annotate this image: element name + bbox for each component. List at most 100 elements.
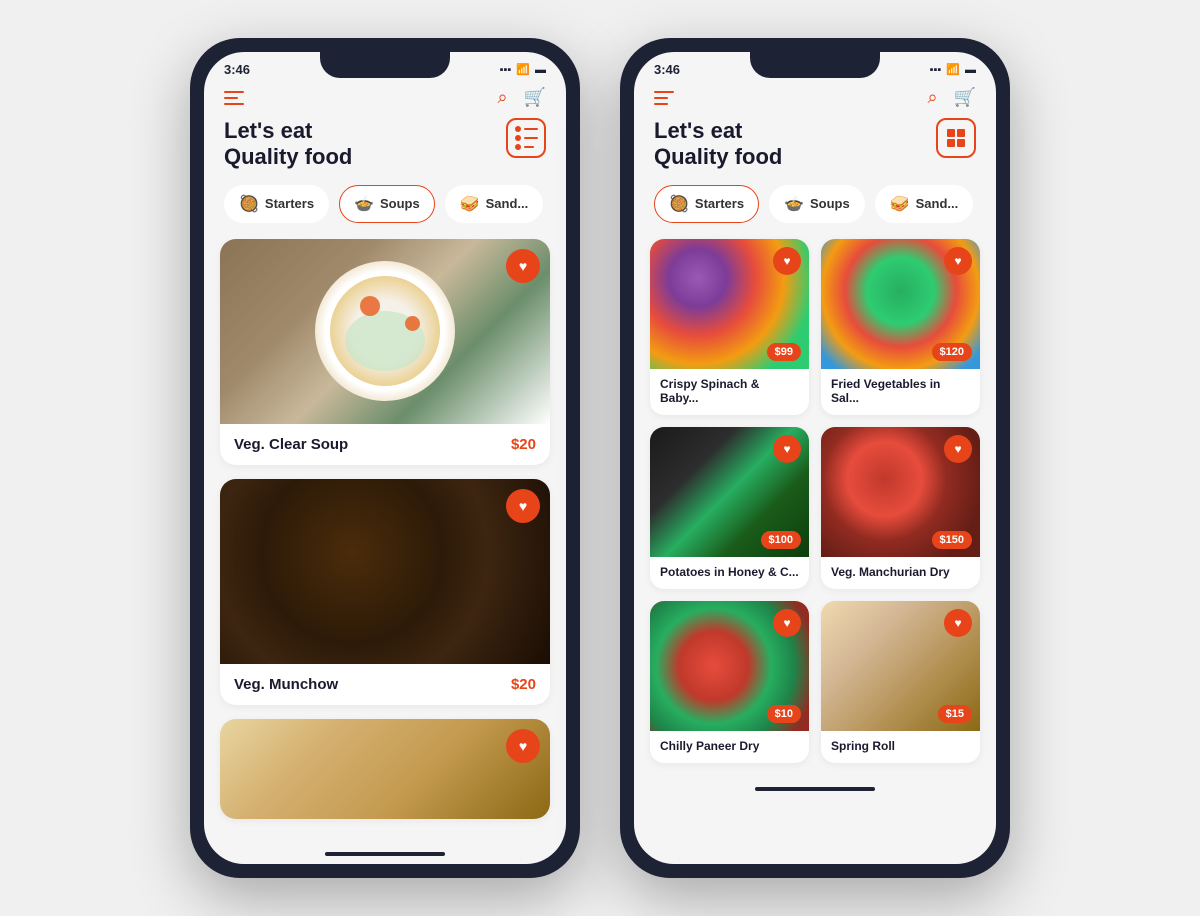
tab-soups-list[interactable]: 🍲 Soups xyxy=(339,185,435,223)
battery-icon: ▬ xyxy=(535,64,546,76)
wifi-icon-grid: ▪▪▪ xyxy=(930,64,942,76)
favorite-veg-clear-soup[interactable]: ♥ xyxy=(506,249,540,283)
food-name-crispy-spinach: Crispy Spinach & Baby... xyxy=(650,369,809,415)
food-image-veg-munchow: ♥ xyxy=(220,479,550,664)
food-card-crispy-spinach: ♥ $99 Crispy Spinach & Baby... xyxy=(650,239,809,415)
tab-sandwiches-grid[interactable]: 🥪 Sand... xyxy=(875,185,974,223)
top-nav-grid: ⌕ 🛒 xyxy=(634,81,996,118)
hamburger-menu-list[interactable] xyxy=(224,91,244,105)
food-card-partial: ♥ xyxy=(220,719,550,819)
status-time-list: 3:46 xyxy=(224,62,250,77)
food-name-veg-clear-soup: Veg. Clear Soup xyxy=(234,436,348,453)
phone-screen-grid: 3:46 ▪▪▪ 📶 ▬ ⌕ 🛒 Let's eat Quality xyxy=(634,52,996,864)
nav-icons-grid: ⌕ 🛒 xyxy=(927,87,976,108)
food-name-veg-munchow: Veg. Munchow xyxy=(234,676,338,693)
food-card-potatoes-honey: ♥ $100 Potatoes in Honey & C... xyxy=(650,427,809,589)
food-name-fried-veg: Fried Vegetables in Sal... xyxy=(821,369,980,415)
search-icon-list[interactable]: ⌕ xyxy=(497,87,507,108)
food-name-chilly-paneer: Chilly Paneer Dry xyxy=(650,731,809,763)
favorite-partial[interactable]: ♥ xyxy=(506,729,540,763)
cart-icon-list[interactable]: 🛒 xyxy=(524,87,546,108)
home-indicator-grid xyxy=(755,787,875,791)
hamburger-menu-grid[interactable] xyxy=(654,91,674,105)
phone-notch xyxy=(320,52,450,78)
wifi-icon: ▪▪▪ xyxy=(500,64,512,76)
grid-dot-1 xyxy=(947,129,955,137)
phone-screen-list: 3:46 ▪▪▪ 📶 ▬ ⌕ 🛒 Let's eat Quality xyxy=(204,52,566,864)
tab-starters-grid[interactable]: 🥘 Starters xyxy=(654,185,759,223)
tab-starters-list[interactable]: 🥘 Starters xyxy=(224,185,329,223)
signal-icon: 📶 xyxy=(516,63,530,76)
list-view-toggle[interactable] xyxy=(506,118,546,158)
header-title-list: Let's eat Quality food xyxy=(224,118,352,171)
menu-line-1 xyxy=(224,91,244,93)
food-price-veg-munchow: $20 xyxy=(511,676,536,693)
grid-dot-4 xyxy=(957,139,965,147)
favorite-veg-munchow[interactable]: ♥ xyxy=(506,489,540,523)
price-badge-potatoes-honey: $100 xyxy=(761,531,801,549)
favorite-potatoes-honey[interactable]: ♥ xyxy=(773,435,801,463)
grid-dot-2 xyxy=(957,129,965,137)
category-tabs-grid: 🥘 Starters 🍲 Soups 🥪 Sand... xyxy=(634,185,996,239)
sandwiches-emoji-grid: 🥪 xyxy=(890,194,910,214)
food-list-scroll[interactable]: ♥ Veg. Clear Soup $20 ♥ Veg. Munchow $20 xyxy=(204,239,566,844)
top-nav-list: ⌕ 🛒 xyxy=(204,81,566,118)
favorite-chilly-paneer[interactable]: ♥ xyxy=(773,609,801,637)
food-card-veg-manchurian: ♥ $150 Veg. Manchurian Dry xyxy=(821,427,980,589)
sandwiches-emoji: 🥪 xyxy=(460,194,480,214)
food-card-spring-roll: ♥ $15 Spring Roll xyxy=(821,601,980,763)
food-image-chilly-paneer: ♥ $10 xyxy=(650,601,809,731)
category-tabs-list: 🥘 Starters 🍲 Soups 🥪 Sand... xyxy=(204,185,566,239)
header-list: Let's eat Quality food xyxy=(204,118,566,185)
food-info-veg-clear-soup: Veg. Clear Soup $20 xyxy=(220,424,550,465)
menu-line-g3 xyxy=(654,103,668,105)
food-image-potatoes-honey: ♥ $100 xyxy=(650,427,809,557)
favorite-spring-roll[interactable]: ♥ xyxy=(944,609,972,637)
signal-icon-grid: 📶 xyxy=(946,63,960,76)
tab-sandwiches-list[interactable]: 🥪 Sand... xyxy=(445,185,544,223)
starters-emoji-grid: 🥘 xyxy=(669,194,689,214)
food-name-veg-manchurian: Veg. Manchurian Dry xyxy=(821,557,980,589)
menu-line-2 xyxy=(224,97,238,99)
menu-line-g2 xyxy=(654,97,668,99)
phone-notch-grid xyxy=(750,52,880,78)
price-badge-spring-roll: $15 xyxy=(938,705,972,723)
phone-list-view: 3:46 ▪▪▪ 📶 ▬ ⌕ 🛒 Let's eat Quality xyxy=(190,38,580,878)
favorite-fried-veg[interactable]: ♥ xyxy=(944,247,972,275)
price-badge-veg-manchurian: $150 xyxy=(932,531,972,549)
menu-line-g1 xyxy=(654,91,674,93)
cart-icon-grid[interactable]: 🛒 xyxy=(954,87,976,108)
food-image-veg-clear-soup: ♥ xyxy=(220,239,550,424)
soups-emoji: 🍲 xyxy=(354,194,374,214)
food-price-veg-clear-soup: $20 xyxy=(511,436,536,453)
home-indicator-list xyxy=(325,852,445,856)
grid-dot-3 xyxy=(947,139,955,147)
food-card-veg-clear-soup: ♥ Veg. Clear Soup $20 xyxy=(220,239,550,465)
battery-icon-grid: ▬ xyxy=(965,64,976,76)
grid-icon xyxy=(947,129,965,147)
price-badge-crispy-spinach: $99 xyxy=(767,343,801,361)
header-title-grid: Let's eat Quality food xyxy=(654,118,782,171)
search-icon-grid[interactable]: ⌕ xyxy=(927,87,937,108)
food-image-partial: ♥ xyxy=(220,719,550,819)
status-icons-grid: ▪▪▪ 📶 ▬ xyxy=(930,63,976,76)
tab-soups-grid[interactable]: 🍲 Soups xyxy=(769,185,865,223)
food-image-spring-roll: ♥ $15 xyxy=(821,601,980,731)
status-time-grid: 3:46 xyxy=(654,62,680,77)
food-grid-container: ♥ $99 Crispy Spinach & Baby... ♥ $120 Fr… xyxy=(634,239,996,779)
starters-emoji: 🥘 xyxy=(239,194,259,214)
food-name-spring-roll: Spring Roll xyxy=(821,731,980,763)
grid-view-toggle[interactable] xyxy=(936,118,976,158)
price-badge-fried-veg: $120 xyxy=(932,343,972,361)
food-image-fried-veg: ♥ $120 xyxy=(821,239,980,369)
favorite-crispy-spinach[interactable]: ♥ xyxy=(773,247,801,275)
food-name-potatoes-honey: Potatoes in Honey & C... xyxy=(650,557,809,589)
food-card-fried-veg: ♥ $120 Fried Vegetables in Sal... xyxy=(821,239,980,415)
price-badge-chilly-paneer: $10 xyxy=(767,705,801,723)
nav-icons-list: ⌕ 🛒 xyxy=(497,87,546,108)
favorite-veg-manchurian[interactable]: ♥ xyxy=(944,435,972,463)
food-image-crispy-spinach: ♥ $99 xyxy=(650,239,809,369)
status-icons-list: ▪▪▪ 📶 ▬ xyxy=(500,63,546,76)
food-card-chilly-paneer: ♥ $10 Chilly Paneer Dry xyxy=(650,601,809,763)
list-lines-icon xyxy=(515,126,538,150)
